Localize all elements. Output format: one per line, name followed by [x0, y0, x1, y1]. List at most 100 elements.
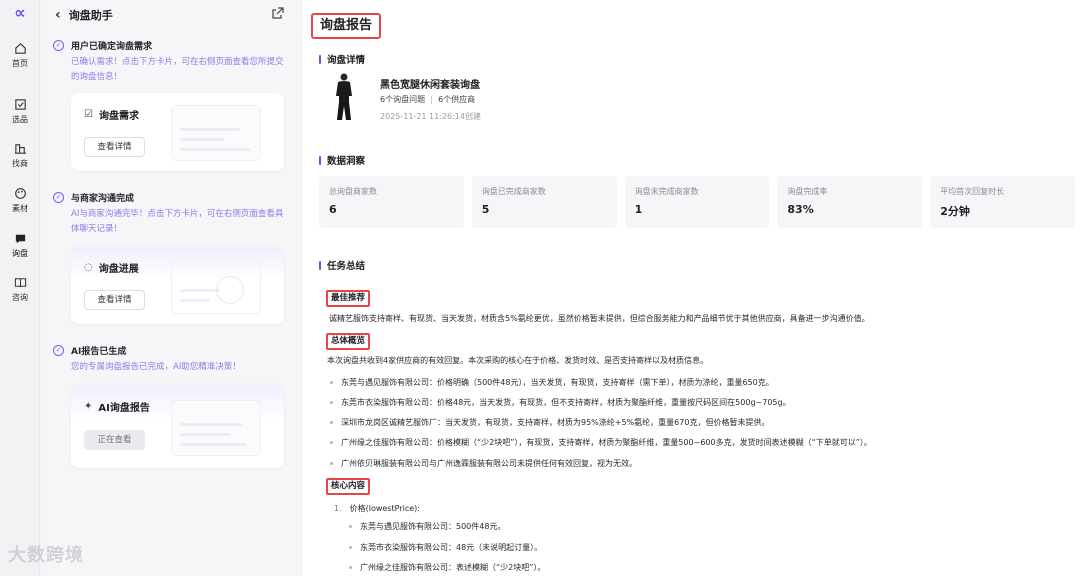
nav-item-consult[interactable]: 咨询 — [0, 276, 40, 303]
overview-text: 本次询盘共收到4家供应商的有效回复。本次采购的核心在于价格、发货时效、是否支持寄… — [327, 356, 709, 365]
list-item-text: 东莞市衣染服饰有限公司：价格48元，当天发货，有现货，但不支持寄样，材质为聚酯纤… — [341, 398, 791, 407]
inquiry-requirement-card[interactable]: ☑ 询盘需求 查看详情 — [71, 93, 284, 171]
list-item: 广州依贝琳服装有限公司与广州逸霖服装有限公司未提供任何有效回复，视为无效。 — [330, 458, 637, 469]
bullet-dot — [330, 421, 333, 424]
numbered-item: 1. 价格(lowestPrice): — [334, 503, 420, 514]
bullet-dot — [330, 441, 333, 444]
report-title: 询盘报告 — [311, 13, 381, 39]
nav-label: 素材 — [12, 204, 28, 213]
palette-icon — [14, 188, 26, 199]
step-title: AI报告已生成 — [71, 346, 127, 357]
list-item-text: 广州缘之佳服饰有限公司：价格模糊（“少2块吧”），有现货，支持寄样，材质为聚酯纤… — [341, 438, 872, 447]
progress-step-3: ✓ AI报告已生成 您的专属询盘报告已完成，AI助您精准决策！ — [53, 344, 293, 375]
find-supplier-icon — [14, 144, 26, 154]
stat-value: 1 — [634, 203, 643, 216]
bullet-dot — [330, 381, 333, 384]
check-circle-icon: ✓ — [53, 39, 64, 51]
nav-label: 首页 — [12, 59, 28, 68]
inquiry-assistant-panel: ‹ 询盘助手 ✓ 用户已确定询盘需求 已确认需求！点击下方卡片，可在右侧页面查看您… — [41, 0, 303, 576]
preview-line — [180, 148, 250, 151]
app-logo[interactable]: ∝ — [8, 5, 32, 21]
bullet-dot — [349, 566, 352, 569]
step-description: AI与商家沟通完毕！点击下方卡片，可在右侧页面查看具体聊天记录！ — [71, 209, 284, 234]
step-title: 与商家沟通完成 — [71, 193, 135, 204]
sub-list-item: 广州缘之佳服饰有限公司：表述模糊（“少2块吧”）。 — [349, 562, 545, 573]
section-inquiry-detail: 询盘详情 — [319, 52, 365, 66]
bullet-dot — [330, 401, 333, 404]
back-arrow-icon[interactable]: ‹ — [55, 7, 61, 23]
list-item: 深圳市龙岗区诚精艺服饰厂：当天发货，有现货，支持寄样，材质为95%涤纶+5%氨纶… — [330, 417, 769, 428]
nav-label: 询盘 — [12, 249, 28, 258]
nav-item-home[interactable]: 首页 — [0, 42, 40, 69]
nav-label: 咨询 — [12, 293, 28, 302]
item-text: 价格(lowestPrice): — [349, 504, 420, 513]
step-description: 已确认需求！点击下方卡片，可在右侧页面查看您所提交的询盘信息！ — [71, 57, 284, 82]
created-timestamp: 2025-11-21 11:26:14创建 — [380, 112, 481, 121]
stat-value: 5 — [481, 203, 490, 216]
nav-label: 找商 — [12, 159, 28, 168]
step-title: 用户已确定询盘需求 — [71, 41, 153, 52]
document-check-icon: ☑ — [84, 109, 93, 120]
nav-label: 选品 — [12, 115, 28, 124]
nav-item-materials[interactable]: 素材 — [0, 187, 40, 214]
item-number: 1. — [334, 504, 342, 513]
question-count: 6个询盘问题 — [380, 95, 426, 104]
stat-value: 2分钟 — [940, 205, 970, 218]
watermark: 大数跨境 — [8, 545, 84, 566]
nav-item-select-product[interactable]: 选品 — [0, 98, 40, 125]
stat-value: 6 — [329, 203, 337, 216]
chat-bubble-icon: ◌ — [84, 262, 93, 273]
nav-item-inquiry[interactable]: 询盘 — [0, 232, 40, 259]
list-item-text: 广州依贝琳服装有限公司与广州逸霖服装有限公司未提供任何有效回复，视为无效。 — [341, 459, 637, 468]
robot-avatar-icon — [216, 276, 244, 304]
card-title: 询盘需求 — [98, 111, 139, 122]
view-details-button[interactable]: 查看详情 — [84, 137, 145, 157]
supplier-count: 6个供应商 — [438, 95, 476, 104]
viewing-button[interactable]: 正在查看 — [84, 430, 145, 450]
left-nav-rail: ∝ 首页 选品 找商 素材 询盘 咨询 — [0, 0, 40, 576]
overview-tag: 总体概览 — [326, 333, 371, 350]
section-heading: 询盘详情 — [327, 55, 366, 66]
stat-label: 询盘完成率 — [787, 187, 828, 196]
progress-step-1: ✓ 用户已确定询盘需求 已确认需求！点击下方卡片，可在右侧页面查看您所提交的询盘信… — [53, 39, 293, 85]
bullet-dot — [349, 525, 352, 528]
stat-label: 平均首次回复时长 — [940, 187, 1005, 196]
stat-card: 询盘完成率 83% — [777, 176, 923, 228]
nav-item-find-supplier[interactable]: 找商 — [0, 142, 40, 169]
stat-card: 询盘已完成商家数 5 — [471, 176, 617, 228]
card-preview-thumbnail — [171, 105, 261, 161]
core-content-tag: 核心内容 — [326, 478, 371, 495]
section-accent-bar — [319, 155, 321, 165]
inquiry-report-view: 询盘报告 询盘详情 黑色宽腿休闲套装询盘 6个询盘问题 6个供应商 2025-1… — [303, 0, 1080, 576]
card-title: 询盘进展 — [98, 264, 139, 275]
product-image[interactable] — [331, 72, 357, 122]
sub-item-text: 广州缘之佳服饰有限公司：表述模糊（“少2块吧”）。 — [360, 563, 546, 572]
preview-line — [180, 443, 246, 446]
best-recommendation-tag: 最佳推荐 — [326, 290, 371, 307]
sub-item-text: 东莞市衣染服饰有限公司：48元（未说明起订量）。 — [360, 543, 543, 552]
stat-card: 平均首次回复时长 2分钟 — [930, 176, 1075, 228]
ai-report-card[interactable]: ✦ AI询盘报告 正在查看 — [71, 384, 284, 468]
preview-line — [180, 289, 220, 292]
section-accent-bar — [319, 260, 321, 270]
list-item-text: 东莞与遇见服饰有限公司：价格明确（500件48元），当天发货，有现货，支持寄样（… — [341, 378, 774, 387]
preview-line — [180, 433, 230, 436]
stat-label: 总询盘商家数 — [329, 187, 377, 196]
inquiry-icon — [15, 234, 25, 244]
stats-row: 总询盘商家数 6 询盘已完成商家数 5 询盘未完成商家数 1 询盘完成率 83% 平均首… — [319, 176, 1075, 228]
meta-divider — [431, 95, 433, 104]
section-task-summary: 任务总结 — [319, 258, 365, 272]
step-description: 您的专属询盘报告已完成，AI助您精准决策！ — [71, 362, 241, 372]
share-icon[interactable] — [271, 6, 285, 20]
section-data-insight: 数据洞察 — [319, 153, 365, 167]
sparkle-icon: ✦ — [84, 401, 93, 412]
inquiry-progress-card[interactable]: ◌ 询盘进展 查看详情 — [71, 246, 284, 324]
list-item: 广州缘之佳服饰有限公司：价格模糊（“少2块吧”），有现货，支持寄样，材质为聚酯纤… — [330, 437, 872, 448]
section-heading: 数据洞察 — [327, 156, 366, 167]
preview-line — [180, 138, 225, 141]
check-circle-icon: ✓ — [53, 344, 64, 356]
view-details-button[interactable]: 查看详情 — [84, 290, 145, 310]
home-icon — [14, 43, 26, 54]
stat-label: 询盘未完成商家数 — [634, 187, 699, 196]
list-item: 东莞与遇见服饰有限公司：价格明确（500件48元），当天发货，有现货，支持寄样（… — [330, 377, 774, 388]
